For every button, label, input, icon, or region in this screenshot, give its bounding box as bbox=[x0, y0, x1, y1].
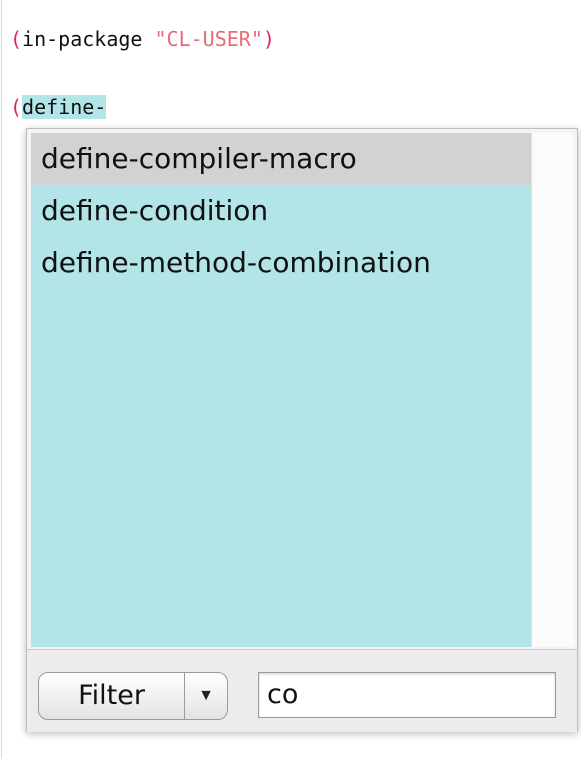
in-package-symbol: in-package bbox=[22, 27, 155, 51]
completion-scrollbar[interactable] bbox=[531, 133, 574, 647]
completion-list[interactable]: define-compiler-macro define-condition d… bbox=[31, 133, 531, 647]
completion-popup[interactable]: define-compiler-macro define-condition d… bbox=[26, 128, 578, 732]
completion-item[interactable]: define-method-combination bbox=[31, 237, 531, 289]
code-line-current[interactable]: (define- bbox=[10, 92, 107, 122]
editor-left-border bbox=[1, 0, 2, 759]
filter-text-field[interactable]: co bbox=[258, 672, 556, 718]
package-name-string: "CL-USER" bbox=[154, 27, 263, 51]
completion-item[interactable]: define-condition bbox=[31, 185, 531, 237]
triangle-down-icon[interactable]: ▼ bbox=[185, 673, 227, 719]
completion-item[interactable]: define-compiler-macro bbox=[31, 133, 531, 185]
filter-mode-label: Filter bbox=[78, 680, 145, 711]
code-editor[interactable]: (in-package "CL-USER") (define- define-c… bbox=[0, 0, 581, 759]
code-line-in-package[interactable]: (in-package "CL-USER") bbox=[10, 24, 275, 54]
filter-mode-popup-button[interactable]: Filter ▼ bbox=[38, 672, 228, 720]
close-paren: ) bbox=[262, 27, 275, 51]
completion-footer: Filter ▼ co bbox=[27, 649, 577, 732]
typed-prefix: define- bbox=[22, 95, 107, 119]
open-paren: ( bbox=[10, 95, 23, 119]
open-paren: ( bbox=[10, 27, 23, 51]
